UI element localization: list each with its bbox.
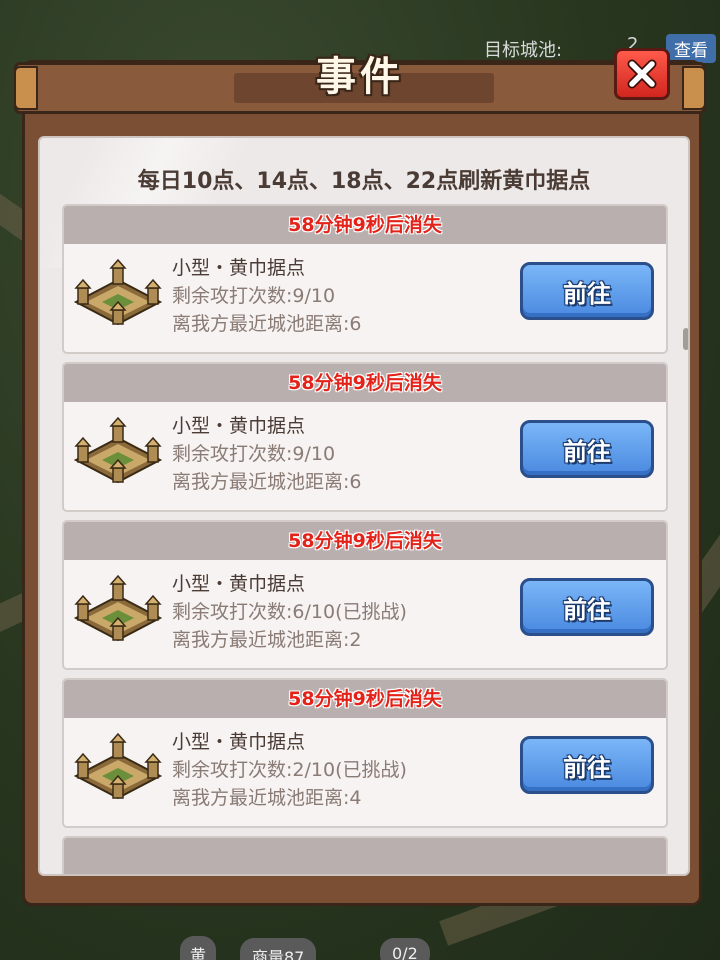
stronghold-name: 小型・黄巾据点 [172, 731, 306, 753]
fortress-icon [73, 574, 163, 642]
nearest-city-distance: 离我方最近城池距离:2 [172, 629, 362, 651]
scrollbar-thumb[interactable] [683, 328, 688, 350]
refresh-notice: 每日10点、14点、18点、22点刷新黄巾据点 [137, 169, 591, 194]
fortress-icon [73, 258, 163, 326]
event-list-panel: 每日10点、14点、18点、22点刷新黄巾据点 58分钟9秒后消失 小型・黄巾据… [38, 136, 690, 876]
map-chip-left[interactable]: 黄 [180, 936, 217, 960]
remaining-attempts: 剩余攻打次数:9/10 [172, 285, 336, 307]
countdown-label: 58分钟9秒后消失 [64, 680, 666, 718]
dialog-title: 事件 [316, 54, 404, 100]
event-card: 58分钟9秒后消失 小型・黄巾据点 剩余攻打次数:2/10(已挑战) 离我方最近… [62, 678, 668, 828]
event-info: 小型・黄巾据点 剩余攻打次数:6/10(已挑战) 离我方最近城池距离:2 [172, 570, 512, 654]
map-chip-mid[interactable]: 商量87 [240, 938, 317, 960]
stronghold-name: 小型・黄巾据点 [172, 573, 306, 595]
event-info: 小型・黄巾据点 剩余攻打次数:9/10 离我方最近城池距离:6 [172, 412, 512, 496]
nearest-city-distance: 离我方最近城池距离:6 [172, 313, 362, 335]
close-button[interactable] [614, 48, 670, 100]
fortress-icon [73, 416, 163, 484]
go-button[interactable]: 前往 [520, 420, 654, 478]
remaining-attempts: 剩余攻打次数:6/10(已挑战) [172, 601, 407, 623]
close-x-icon [627, 59, 657, 89]
remaining-attempts: 剩余攻打次数:2/10(已挑战) [172, 759, 407, 781]
countdown-label: 58分钟9秒后消失 [64, 206, 666, 244]
nearest-city-distance: 离我方最近城池距离:6 [172, 471, 362, 493]
nearest-city-distance: 离我方最近城池距离:4 [172, 787, 362, 809]
stronghold-name: 小型・黄巾据点 [172, 257, 306, 279]
countdown-label: 58分钟9秒后消失 [64, 522, 666, 560]
go-button[interactable]: 前往 [520, 578, 654, 636]
remaining-attempts: 剩余攻打次数:9/10 [172, 443, 336, 465]
event-card: 58分钟9秒后消失 小型・黄巾据点 剩余攻打次数:6/10(已挑战) 离我方最近… [62, 520, 668, 670]
stronghold-name: 小型・黄巾据点 [172, 415, 306, 437]
map-chip-right[interactable]: 0/2 [380, 938, 430, 960]
event-info: 小型・黄巾据点 剩余攻打次数:9/10 离我方最近城池距离:6 [172, 254, 512, 338]
event-card: 58分钟9秒后消失 小型・黄巾据点 剩余攻打次数:9/10 离我方最近城池距离:… [62, 204, 668, 354]
fortress-icon [73, 732, 163, 800]
event-card: 58分钟9秒后消失 小型・黄巾据点 剩余攻打次数:9/10 离我方最近城池距离:… [62, 362, 668, 512]
event-card-partial [62, 836, 668, 874]
go-button[interactable]: 前往 [520, 262, 654, 320]
event-info: 小型・黄巾据点 剩余攻打次数:2/10(已挑战) 离我方最近城池距离:4 [172, 728, 512, 812]
countdown-label [64, 838, 666, 874]
event-list[interactable]: 58分钟9秒后消失 小型・黄巾据点 剩余攻打次数:9/10 离我方最近城池距离:… [62, 204, 668, 874]
go-button[interactable]: 前往 [520, 736, 654, 794]
countdown-label: 58分钟9秒后消失 [64, 364, 666, 402]
